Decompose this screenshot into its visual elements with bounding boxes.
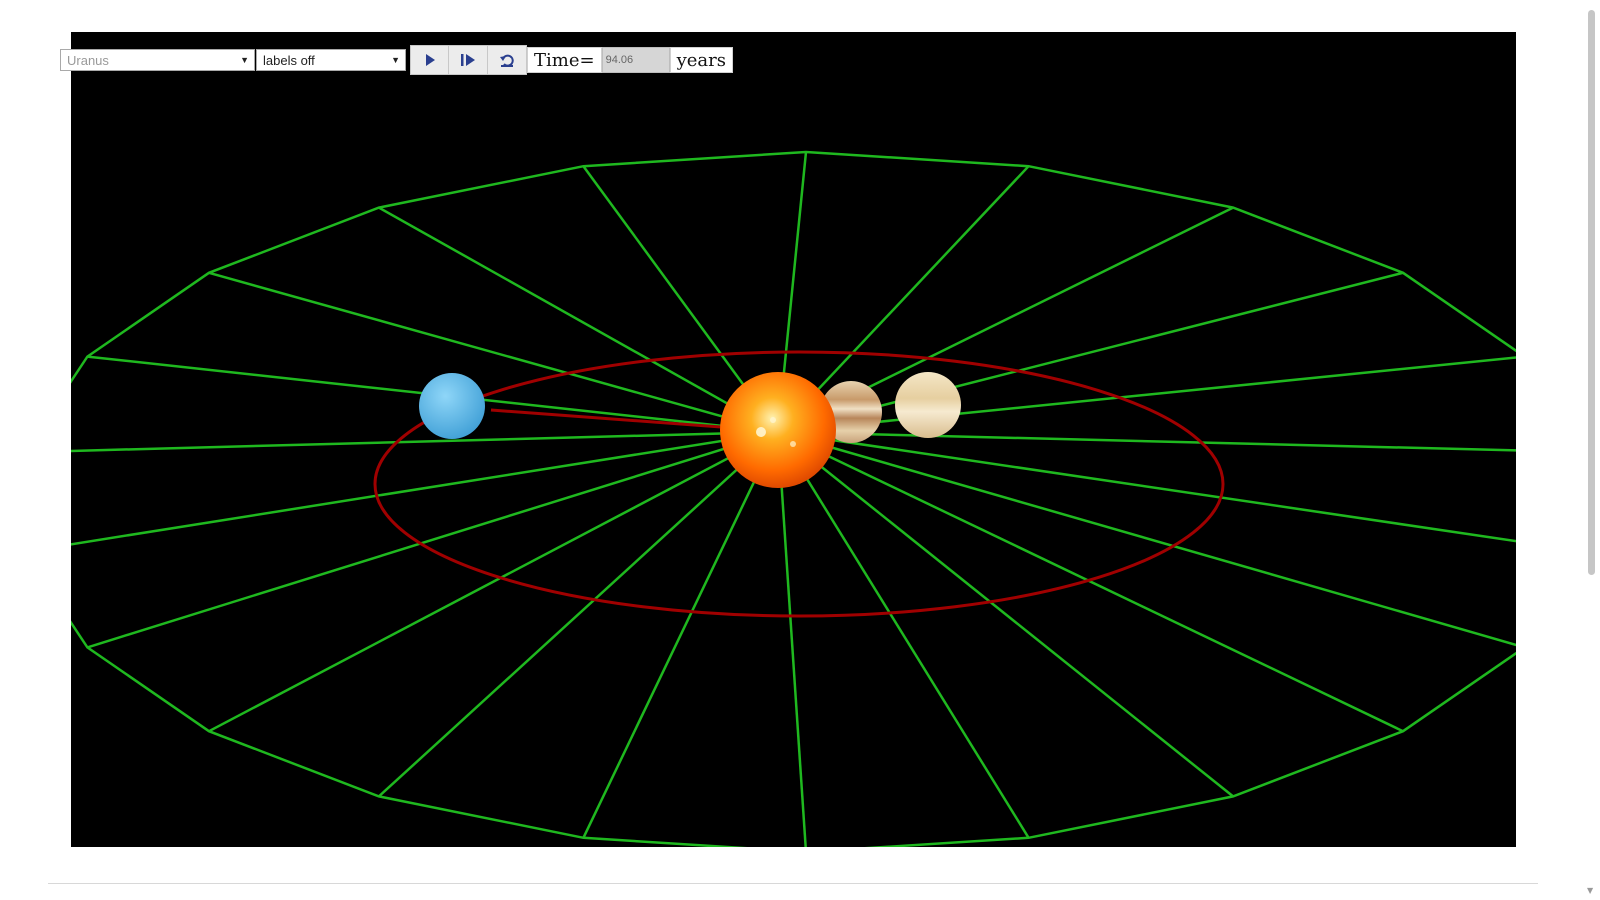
page-divider <box>48 883 1538 884</box>
solar-system-view[interactable] <box>71 32 1516 847</box>
planet-select-value: Uranus <box>67 52 109 68</box>
time-input[interactable] <box>601 47 670 73</box>
chevron-down-icon: ▼ <box>240 55 249 65</box>
labels-select[interactable]: labels off ▼ <box>256 49 406 71</box>
play-button[interactable] <box>410 45 449 75</box>
grid-spoke <box>777 430 1516 543</box>
grid-spoke <box>777 356 1516 434</box>
time-label: Time= <box>527 47 602 73</box>
step-button[interactable] <box>449 45 488 75</box>
units-label: years <box>669 47 733 73</box>
control-toolbar: Uranus ▼ labels off ▼ Time= years <box>60 45 733 75</box>
scroll-down-icon[interactable]: ▼ <box>1587 886 1593 895</box>
labels-select-value: labels off <box>263 52 315 68</box>
saturn-planet[interactable] <box>895 372 961 438</box>
planet-select[interactable]: Uranus ▼ <box>60 49 255 71</box>
simulation-canvas[interactable] <box>71 32 1516 847</box>
grid-spoke <box>776 431 807 847</box>
scrollbar-thumb[interactable] <box>1588 10 1595 575</box>
grid-spoke <box>208 271 779 434</box>
reset-icon <box>500 54 514 67</box>
step-forward-icon <box>461 54 475 66</box>
orbital-plane-grid <box>71 150 1516 847</box>
grid-spoke <box>71 430 779 546</box>
sun[interactable] <box>720 372 836 488</box>
grid-outer-ring <box>71 150 1516 847</box>
vertical-scrollbar[interactable]: ▼ <box>1582 0 1600 900</box>
reset-button[interactable] <box>488 45 527 75</box>
grid-spoke <box>777 430 1516 647</box>
grid-spoke <box>87 430 779 649</box>
chevron-down-icon: ▼ <box>391 55 400 65</box>
uranus-planet[interactable] <box>419 373 485 439</box>
play-icon <box>425 54 435 66</box>
grid-spoke <box>582 431 780 839</box>
